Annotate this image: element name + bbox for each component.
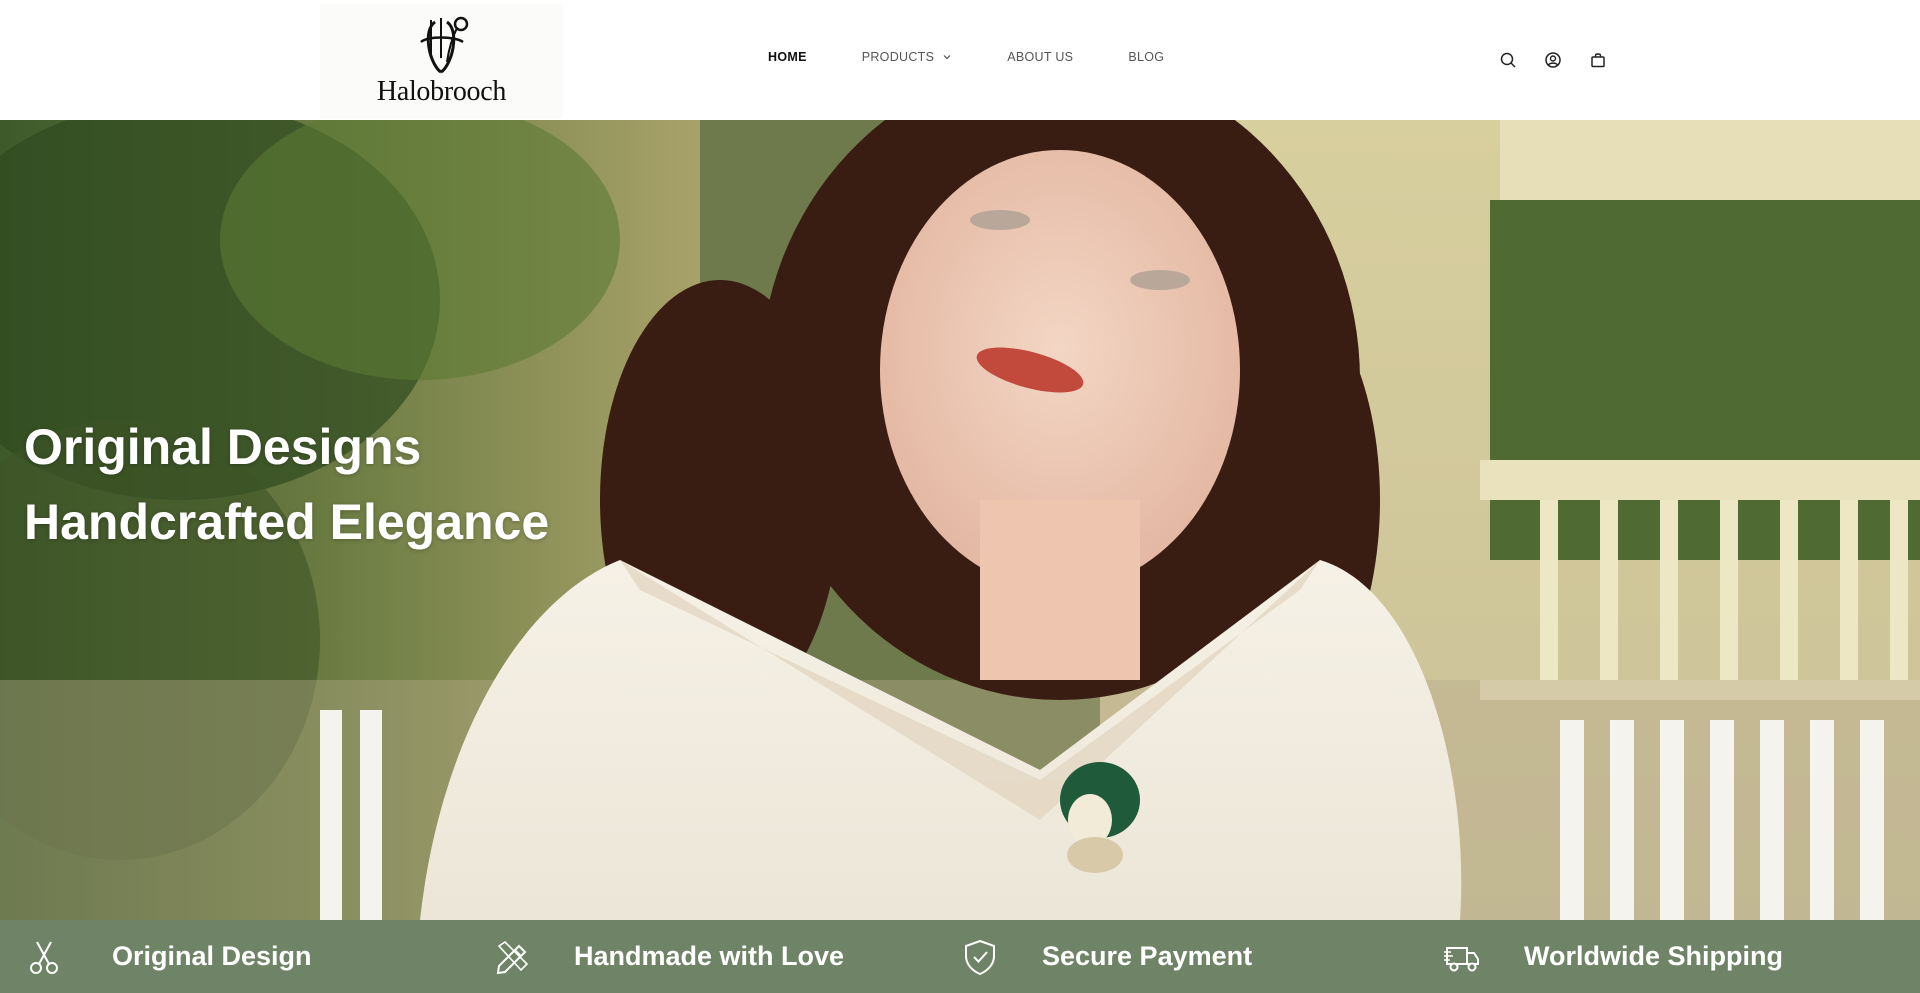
truck-icon [1442,937,1482,977]
main-nav: HOME PRODUCTS ABOUT US BLOG [768,50,1219,64]
feature-label: Handmade with Love [574,941,845,971]
header-actions [1498,50,1633,70]
feature-handmade: Handmade with Love [468,920,936,993]
cart-icon [1591,53,1605,68]
nav-item-blog[interactable]: BLOG [1128,50,1164,64]
hero-banner: Original Designs Handcrafted Elegance [0,120,1920,920]
nav-item-label: BLOG [1128,50,1165,64]
brand-name: Halobrooch [376,76,507,107]
scissors-icon [24,937,64,977]
feature-label: Worldwide Shipping [1524,941,1783,971]
logo-monogram-icon [419,16,468,74]
nav-item-home[interactable]: HOME [768,50,807,64]
feature-original-design: Original Design [0,920,468,993]
hero-line-2: Handcrafted Elegance [24,494,550,550]
nav-item-label: HOME [768,50,807,64]
features-bar: Original Design Handmade with Love Secur… [0,920,1920,993]
chevron-down-icon [943,55,951,60]
search-button[interactable] [1498,50,1518,70]
hero-headline: Original Designs Handcrafted Elegance [24,410,549,560]
feature-label: Secure Payment [1042,941,1253,971]
shield-check-icon [960,937,1000,977]
site-header: Halobrooch HOME PRODUCTS ABOUT US BLOG [0,0,1920,120]
brand-logo[interactable]: Halobrooch [320,4,563,118]
nav-item-label: ABOUT US [1007,50,1074,64]
search-icon [1500,52,1516,68]
nav-item-products[interactable]: PRODUCTS [862,50,953,64]
feature-label: Original Design [112,941,312,971]
feature-secure-payment: Secure Payment [936,920,1404,993]
feature-worldwide-shipping: Worldwide Shipping [1404,920,1872,993]
pencil-ruler-icon [492,937,532,977]
nav-item-label: PRODUCTS [861,50,935,64]
nav-item-about-us[interactable]: ABOUT US [1007,50,1073,64]
account-button[interactable] [1543,50,1563,70]
cart-button[interactable] [1588,50,1608,70]
hero-line-1: Original Designs [24,419,422,475]
account-icon [1545,52,1561,68]
